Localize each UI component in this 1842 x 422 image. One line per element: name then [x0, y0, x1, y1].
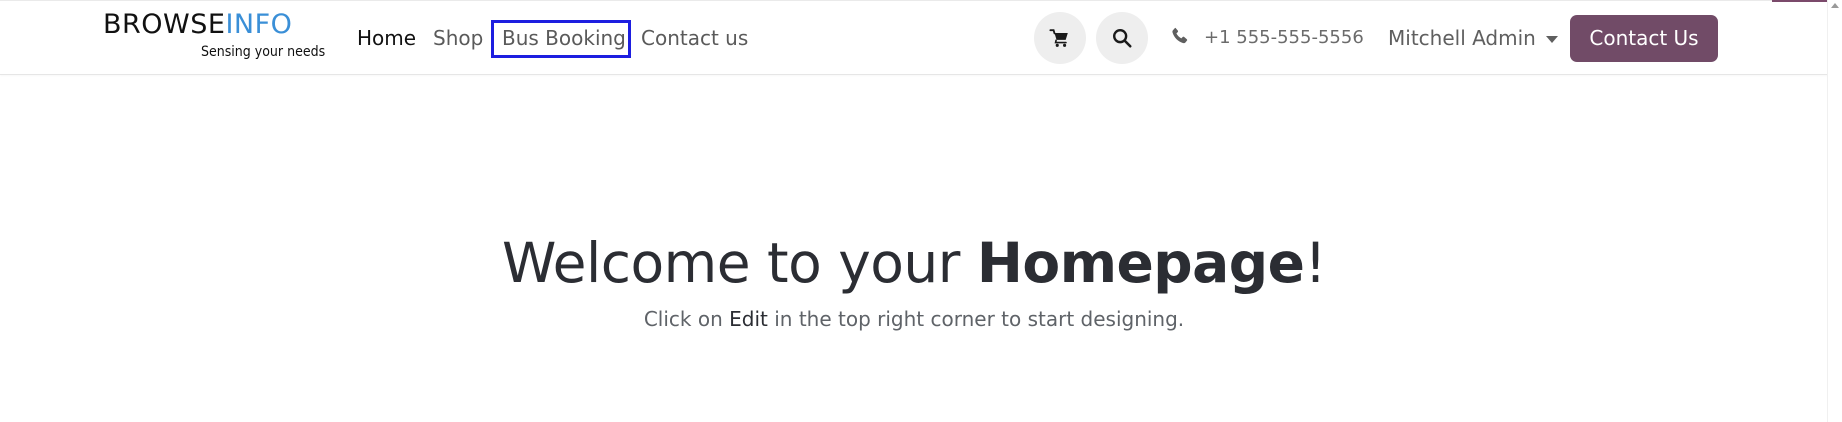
user-menu-dropdown[interactable]: Mitchell Admin — [1388, 24, 1558, 52]
top-accent-strip — [1772, 0, 1828, 2]
search-icon — [1111, 27, 1133, 49]
page-title-prefix: Welcome to your — [501, 231, 977, 295]
logo-wordmark-part-2: INFO — [225, 9, 293, 40]
vertical-scrollbar[interactable] — [1827, 0, 1842, 422]
site-header: BROWSEINFO Sensing your needs Home Shop … — [0, 0, 1828, 75]
page-title: Welcome to your Homepage! — [0, 236, 1828, 291]
cart-button[interactable] — [1034, 12, 1086, 64]
contact-us-button[interactable]: Contact Us — [1570, 15, 1718, 62]
page-subtitle-emphasis: Edit — [729, 307, 768, 331]
phone-number-link[interactable]: +1 555-555-5556 — [1204, 26, 1364, 50]
search-button[interactable] — [1096, 12, 1148, 64]
page: BROWSEINFO Sensing your needs Home Shop … — [0, 0, 1842, 422]
page-subtitle-prefix: Click on — [643, 307, 730, 331]
user-name-label: Mitchell Admin — [1388, 26, 1536, 50]
page-subtitle: Click on Edit in the top right corner to… — [0, 306, 1828, 332]
logo-wordmark-part-1: BROWSE — [103, 9, 226, 40]
phone-icon — [1170, 26, 1190, 46]
nav-shop-link[interactable]: Shop — [433, 24, 483, 52]
nav-home-link[interactable]: Home — [357, 24, 416, 52]
nav-bus-booking-link[interactable]: Bus Booking — [502, 24, 626, 52]
page-title-emphasis: Homepage — [976, 231, 1305, 295]
top-hairline — [0, 0, 1828, 1]
page-title-suffix: ! — [1304, 231, 1327, 295]
cart-icon — [1049, 27, 1071, 49]
page-subtitle-suffix: in the top right corner to start designi… — [767, 307, 1185, 331]
nav-contact-link[interactable]: Contact us — [641, 24, 748, 52]
logo-wordmark: BROWSEINFO — [103, 10, 292, 40]
logo-tagline: Sensing your needs — [201, 44, 326, 60]
chevron-down-icon — [1545, 35, 1558, 43]
brand-logo[interactable]: BROWSEINFO Sensing your needs — [103, 10, 326, 64]
scroll-up-arrow-icon[interactable] — [1831, 3, 1839, 8]
